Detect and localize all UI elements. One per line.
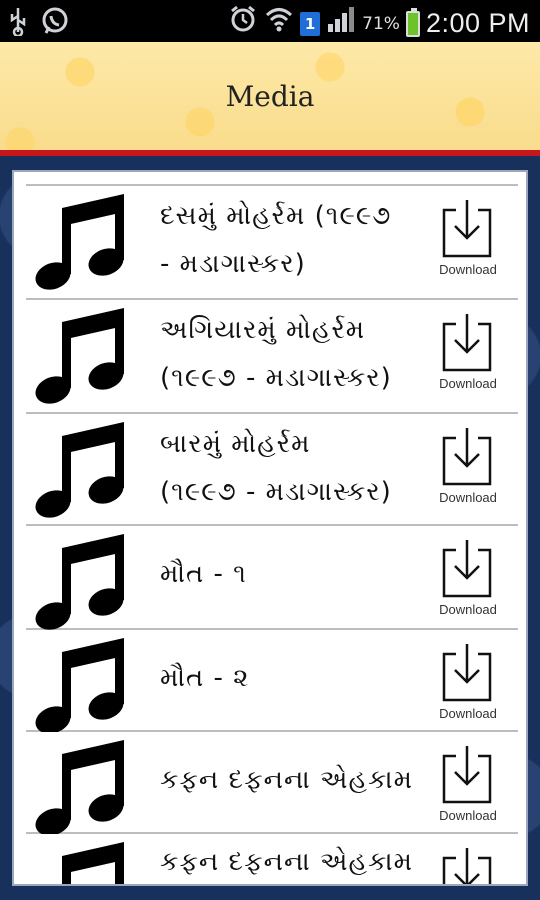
item-title: કફન દફનના એહકામ	[160, 838, 440, 884]
item-title-line-1: મૌત - ૨	[160, 663, 250, 693]
item-title: અગિયારમું મોહર્રમ (૧૯૯૭ - મડાગાસ્કર)	[160, 306, 440, 402]
download-label: Download	[439, 262, 497, 277]
item-title: બારમું મોહર્રમ (૧૯૯૭ - મડાગાસ્કર)	[160, 420, 440, 516]
list-item[interactable]: મૌત - ૧ Download	[26, 526, 518, 630]
item-title-line-2: - મડાગાસ્કર)	[160, 249, 306, 279]
download-icon	[442, 312, 492, 372]
download-icon	[442, 198, 492, 258]
music-note-icon	[32, 420, 128, 520]
item-title-line-1: અગિયારમું મોહર્રમ	[160, 315, 366, 345]
status-left-icons	[8, 6, 70, 45]
item-title-line-1: કફન દફનના એહકામ	[160, 847, 414, 877]
item-title: મૌત - ૧	[160, 550, 440, 598]
item-title-line-2: (૧૯૯૭ - મડાગાસ્કર)	[160, 477, 392, 507]
item-title: કફન દફનના એહકામ	[160, 756, 440, 804]
whatsapp-icon	[40, 6, 70, 45]
status-right-icons: 1 71% 2:00 PM	[228, 4, 530, 43]
download-label: Download	[439, 602, 497, 617]
download-icon	[442, 538, 492, 598]
list-item[interactable]: મૌત - ૨ Download	[26, 630, 518, 734]
battery-icon	[405, 7, 420, 37]
item-title-line-1: બારમું મોહર્રમ	[160, 429, 311, 459]
download-button[interactable]: Download	[432, 198, 504, 284]
download-label: Download	[439, 490, 497, 505]
download-label: Download	[439, 808, 497, 823]
list-item[interactable]: કફન દફનના એહકામ Download	[26, 732, 518, 836]
signal-icon	[326, 4, 356, 43]
app-header: Media	[0, 42, 540, 150]
item-title: દસમું મોહર્રમ (૧૯૯૭ - મડાગાસ્કર)	[160, 192, 440, 288]
download-button[interactable]: Download	[432, 312, 504, 398]
music-note-icon	[32, 192, 128, 292]
music-note-icon	[32, 840, 128, 884]
item-title: મૌત - ૨	[160, 654, 440, 702]
download-button[interactable]: Download	[432, 538, 504, 624]
notification-badge: 1	[300, 11, 321, 36]
download-icon	[442, 426, 492, 486]
download-button[interactable]: Download	[432, 744, 504, 830]
download-icon	[442, 642, 492, 702]
item-title-line-1: મૌત - ૧	[160, 559, 247, 589]
list-item[interactable]: અગિયારમું મોહર્રમ (૧૯૯૭ - મડાગાસ્કર) Downl…	[26, 300, 518, 414]
status-bar: 1 71% 2:00 PM	[0, 0, 540, 42]
list-item[interactable]: દસમું મોહર્રમ (૧૯૯૭ - મડાગાસ્કર) Download	[26, 186, 518, 300]
battery-percent: 71%	[362, 13, 400, 34]
download-label: Download	[439, 376, 497, 391]
download-icon	[442, 744, 492, 804]
item-title-line-2: (૧૯૯૭ - મડાગાસ્કર)	[160, 363, 392, 393]
list-top-edge	[26, 172, 518, 186]
item-title-line-1: કફન દફનના એહકામ	[160, 765, 414, 795]
music-note-icon	[32, 738, 128, 838]
usb-icon	[8, 6, 28, 45]
media-list[interactable]: દસમું મોહર્રમ (૧૯૯૭- મડાગાસ્કર) Download અ…	[12, 170, 528, 886]
download-button[interactable]: Download	[432, 426, 504, 512]
download-label: Download	[439, 706, 497, 721]
clock: 2:00 PM	[425, 8, 530, 38]
list-item[interactable]: બારમું મોહર્રમ (૧૯૯૭ - મડાગાસ્કર) Download	[26, 414, 518, 526]
music-note-icon	[32, 306, 128, 406]
music-note-icon	[32, 532, 128, 632]
download-button[interactable]: Download	[432, 642, 504, 728]
download-button[interactable]	[432, 846, 504, 884]
page-title: Media	[225, 80, 315, 113]
wifi-icon	[264, 4, 294, 43]
download-icon	[442, 846, 492, 884]
list-item[interactable]: કફન દફનના એહકામ	[26, 834, 518, 884]
item-title-line-1: દસમું મોહર્રમ (૧૯૯૭	[160, 201, 392, 231]
alarm-icon	[228, 4, 258, 43]
music-note-icon	[32, 636, 128, 736]
